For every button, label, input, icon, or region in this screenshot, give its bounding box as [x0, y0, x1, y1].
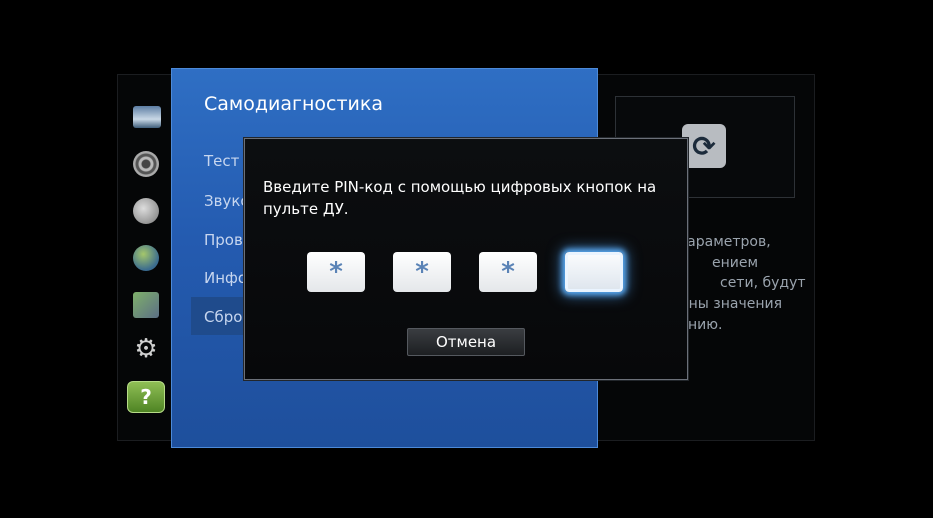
pin-digit-3[interactable]: * — [479, 252, 537, 292]
sound-icon[interactable] — [133, 151, 159, 177]
support-icon[interactable]: ? — [127, 381, 165, 413]
pin-digit-4[interactable] — [565, 252, 623, 292]
broadcast-icon[interactable] — [133, 198, 159, 224]
system-icon[interactable] — [133, 292, 159, 318]
description-line: сети, будут — [720, 275, 806, 291]
description-line: параметров, — [678, 234, 771, 250]
picture-icon[interactable] — [133, 106, 161, 128]
refresh-icon: ⟳ — [682, 124, 726, 168]
pin-digit-2[interactable]: * — [393, 252, 451, 292]
description-line: ены значения — [680, 296, 783, 312]
sidebar: ⚙ ? — [121, 96, 169, 426]
panel-title: Самодиагностика — [204, 93, 384, 115]
description-line: ением — [712, 255, 759, 271]
pin-dialog: Введите PIN-код с помощью цифровых кнопо… — [244, 138, 688, 380]
cancel-button[interactable]: Отмена — [407, 328, 525, 356]
gear-icon[interactable]: ⚙ — [133, 334, 159, 364]
pin-digit-1[interactable]: * — [307, 252, 365, 292]
network-icon[interactable] — [133, 245, 159, 271]
description-line: нию. — [688, 317, 723, 333]
pin-prompt: Введите PIN-код с помощью цифровых кнопо… — [263, 178, 657, 218]
